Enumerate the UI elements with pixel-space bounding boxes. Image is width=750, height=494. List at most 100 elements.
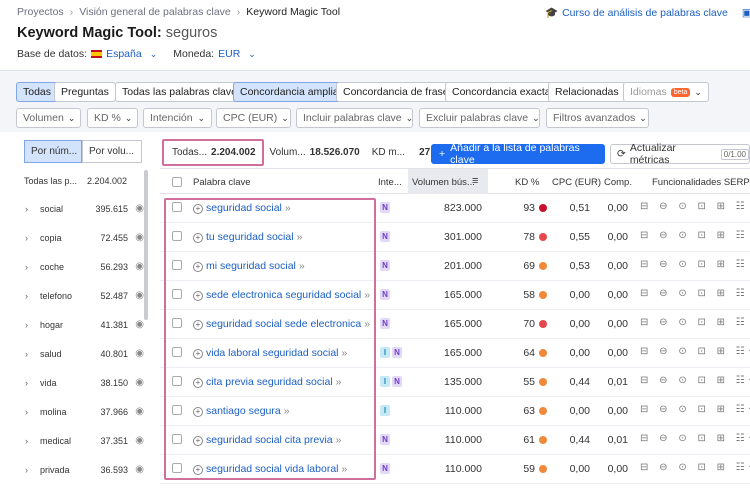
serp-features-icon[interactable]: ⊟ ⊖ ⊙ ⊡ ⊞ ☷ [640, 288, 749, 299]
tab-all[interactable]: Todas [16, 82, 59, 102]
update-count: 0/1.00 [720, 148, 749, 160]
cpc-value: 0,51 [569, 202, 590, 214]
match-related[interactable]: Relacionadas [548, 82, 626, 102]
select-all-checkbox[interactable] [172, 177, 182, 187]
filter-include[interactable]: Incluir palabras clave ⌄ [296, 108, 413, 128]
chevron-right-icon[interactable]: › [25, 233, 28, 243]
group-name: telefono [40, 291, 73, 301]
serp-features-icon[interactable]: ⊟ ⊖ ⊙ ⊡ ⊞ ☷ [640, 201, 749, 212]
languages-select[interactable]: Idiomas beta ⌄ [623, 82, 709, 102]
chevron-down-icon: ⌄ [124, 112, 133, 123]
chevron-right-icon[interactable]: › [25, 465, 28, 475]
comp-value: 0,00 [607, 463, 628, 475]
filter-cpc[interactable]: CPC (EUR) ⌄ [216, 108, 291, 128]
breadcrumb-projects[interactable]: Proyectos [17, 6, 64, 18]
match-all[interactable]: Todas las palabras clave [115, 82, 244, 102]
group-item[interactable]: › medical 37.351 ◉ [16, 435, 146, 465]
col-keyword[interactable]: Palabra clave [193, 177, 251, 188]
filter-include-label: Incluir palabras clave [303, 112, 402, 124]
filter-kd[interactable]: KD % ⌄ [87, 108, 138, 128]
eye-icon[interactable]: ◉ [135, 203, 144, 214]
serp-features-icon[interactable]: ⊟ ⊖ ⊙ ⊡ ⊞ ☷+2 [640, 346, 750, 357]
group-name: copia [40, 233, 62, 243]
col-cpc[interactable]: CPC (EUR) [552, 177, 601, 188]
groups-scrollbar[interactable] [144, 170, 148, 320]
intent-badges: N [380, 289, 390, 300]
filter-volume[interactable]: Volumen ⌄ [16, 108, 81, 128]
serp-features-icon[interactable]: ⊟ ⊖ ⊙ ⊡ ⊞ ☷+2 [640, 462, 750, 473]
cpc-value: 0,00 [569, 347, 590, 359]
chevron-right-icon[interactable]: › [25, 349, 28, 359]
serp-features-icon[interactable]: ⊟ ⊖ ⊙ ⊡ ⊞ ☷+5 [640, 404, 750, 415]
col-volume[interactable]: Volumen bús... [412, 177, 475, 188]
filter-exclude[interactable]: Excluir palabras clave ⌄ [419, 108, 540, 128]
col-intent[interactable]: Inte... [378, 177, 402, 188]
eye-icon[interactable]: ◉ [135, 464, 144, 475]
kd-value: 63 [523, 405, 535, 417]
currency-select[interactable]: EUR [218, 48, 240, 60]
eye-icon[interactable]: ◉ [135, 435, 144, 446]
group-by-volume-toggle[interactable]: Por volu... [82, 140, 142, 163]
chevron-right-icon[interactable]: › [25, 262, 28, 272]
group-item[interactable]: › social 395.615 ◉ [16, 203, 146, 233]
eye-icon[interactable]: ◉ [135, 261, 144, 272]
eye-icon[interactable]: ◉ [135, 406, 144, 417]
group-item[interactable]: › vida 38.150 ◉ [16, 377, 146, 407]
filter-kd-label: KD % [94, 112, 121, 124]
highlight-total-keywords [162, 139, 264, 166]
match-broad[interactable]: Concordancia amplia [233, 82, 346, 102]
volume-value: 135.000 [444, 376, 482, 388]
eye-icon[interactable]: ◉ [135, 377, 144, 388]
eye-icon[interactable]: ◉ [135, 232, 144, 243]
sort-icon[interactable]: ≡ [472, 175, 478, 187]
comp-value: 0,00 [607, 260, 628, 272]
languages-label: Idiomas [630, 86, 667, 98]
volume-value: 110.000 [444, 405, 482, 417]
breadcrumb-overview[interactable]: Visión general de palabras clave [79, 6, 231, 18]
course-link[interactable]: 🎓 Curso de análisis de palabras clave ▣ … [545, 6, 750, 20]
eye-icon[interactable]: ◉ [135, 348, 144, 359]
serp-features-icon[interactable]: ⊟ ⊖ ⊙ ⊡ ⊞ ☷+2 [640, 375, 750, 386]
highlight-keyword-column [164, 198, 376, 480]
database-select[interactable]: España [106, 48, 142, 60]
eye-icon[interactable]: ◉ [135, 319, 144, 330]
intent-badge: I [380, 376, 390, 387]
group-name: molina [40, 407, 67, 417]
chevron-right-icon[interactable]: › [25, 407, 28, 417]
add-to-list-button[interactable]: + Añadir a la lista de palabras clave [431, 142, 605, 166]
group-by-number-toggle[interactable]: Por núm... [24, 140, 82, 163]
filter-intent[interactable]: Intención ⌄ [143, 108, 212, 128]
chevron-right-icon[interactable]: › [25, 436, 28, 446]
col-kd[interactable]: KD % [515, 177, 539, 188]
serp-features-icon[interactable]: ⊟ ⊖ ⊙ ⊡ ⊞ ☷ [640, 230, 749, 241]
group-item[interactable]: › salud 40.801 ◉ [16, 348, 146, 378]
group-item[interactable]: › hogar 41.381 ◉ [16, 319, 146, 349]
chevron-right-icon[interactable]: › [25, 291, 28, 301]
chevron-right-icon[interactable]: › [25, 378, 28, 388]
serp-features-icon[interactable]: ⊟ ⊖ ⊙ ⊡ ⊞ ☷ [640, 259, 749, 270]
group-item[interactable]: › copia 72.455 ◉ [16, 232, 146, 262]
group-item[interactable]: › molina 37.966 ◉ [16, 406, 146, 436]
chevron-right-icon[interactable]: › [25, 204, 28, 214]
group-name: privada [40, 465, 70, 475]
group-name: salud [40, 349, 62, 359]
match-phrase[interactable]: Concordancia de frase [336, 82, 456, 102]
col-serp[interactable]: Funcionalidades SERP [652, 177, 750, 188]
update-metrics-button[interactable]: ⟳ Actualizar métricas 0/1.00 [610, 142, 750, 166]
filter-advanced[interactable]: Filtros avanzados ⌄ [546, 108, 649, 128]
tab-questions[interactable]: Preguntas [54, 82, 116, 102]
intent-badge: N [380, 463, 390, 474]
match-exact[interactable]: Concordancia exacta [445, 82, 558, 102]
group-item[interactable]: › telefono 52.487 ◉ [16, 290, 146, 320]
group-count: 40.801 [100, 349, 128, 359]
group-item[interactable]: › coche 56.293 ◉ [16, 261, 146, 291]
chevron-down-icon: ⌄ [532, 112, 540, 123]
eye-icon[interactable]: ◉ [135, 290, 144, 301]
col-comp[interactable]: Comp. [604, 177, 632, 188]
group-item[interactable]: › privada 36.593 ◉ [16, 464, 146, 494]
comp-value: 0,00 [607, 405, 628, 417]
kd-dot [539, 204, 547, 212]
chevron-right-icon[interactable]: › [25, 320, 28, 330]
serp-features-icon[interactable]: ⊟ ⊖ ⊙ ⊡ ⊞ ☷+2 [640, 433, 750, 444]
serp-features-icon[interactable]: ⊟ ⊖ ⊙ ⊡ ⊞ ☷ [640, 317, 749, 328]
